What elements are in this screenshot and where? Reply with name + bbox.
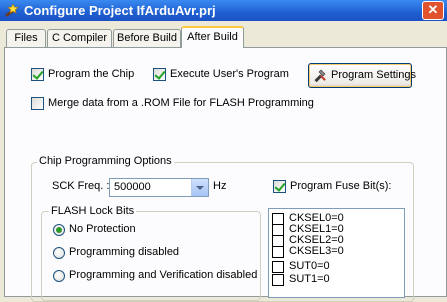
app-wand-icon <box>5 3 19 17</box>
fuse-label: CKSEL3=0 <box>289 245 344 257</box>
execute-user-program-checkbox[interactable] <box>153 68 166 81</box>
sck-freq-select[interactable]: 500000 <box>109 178 209 197</box>
close-button[interactable]: ✕ <box>422 1 444 20</box>
fuse-label: SUT1=0 <box>289 273 330 285</box>
fuse-checkbox-cksel3[interactable] <box>272 246 284 258</box>
chevron-down-icon[interactable] <box>191 179 208 196</box>
program-settings-button[interactable]: Program Settings <box>308 63 416 88</box>
programming-verification-disabled-label: Programming and Verification disabled <box>69 269 258 281</box>
fuse-bits-list[interactable]: CKSEL0=0 CKSEL1=0 CKSEL2=0 CKSEL3=0 SUT0… <box>268 208 405 298</box>
merge-rom-label: Merge data from a .ROM File for FLASH Pr… <box>48 97 314 109</box>
window-title: Configure Project IfArduAvr.prj <box>24 3 216 18</box>
radio-no-protection[interactable] <box>53 224 65 236</box>
title-bar: Configure Project IfArduAvr.prj ✕ <box>0 0 447 21</box>
tab-after-build[interactable]: After Build <box>181 26 244 48</box>
radio-programming-disabled[interactable] <box>53 247 65 259</box>
program-chip-checkbox[interactable] <box>31 68 44 81</box>
program-settings-label: Program Settings <box>331 69 416 81</box>
sck-freq-label: SCK Freq. : <box>52 180 110 192</box>
tools-icon <box>314 69 326 83</box>
fuse-label: SUT0=0 <box>289 260 330 272</box>
sck-freq-value: 500000 <box>114 181 151 193</box>
sck-unit-label: Hz <box>213 180 227 192</box>
radio-programming-verification-disabled[interactable] <box>53 270 65 282</box>
program-fuse-checkbox[interactable] <box>273 180 286 193</box>
merge-rom-checkbox[interactable] <box>31 97 44 110</box>
tab-c-compiler[interactable]: C Compiler <box>47 29 112 47</box>
tab-files[interactable]: Files <box>6 29 46 47</box>
fuse-checkbox-sut1[interactable] <box>272 274 284 286</box>
program-chip-label: Program the Chip <box>48 68 135 80</box>
chip-programming-options-title: Chip Programming Options <box>37 155 174 167</box>
no-protection-label: No Protection <box>69 223 136 235</box>
flash-lock-bits-title: FLASH Lock Bits <box>49 205 137 217</box>
fuse-checkbox-sut0[interactable] <box>272 261 284 273</box>
programming-disabled-label: Programming disabled <box>69 246 180 258</box>
tab-before-build[interactable]: Before Build <box>113 29 181 47</box>
program-fuse-label: Program Fuse Bit(s): <box>290 180 392 192</box>
execute-user-program-label: Execute User's Program <box>170 68 289 80</box>
